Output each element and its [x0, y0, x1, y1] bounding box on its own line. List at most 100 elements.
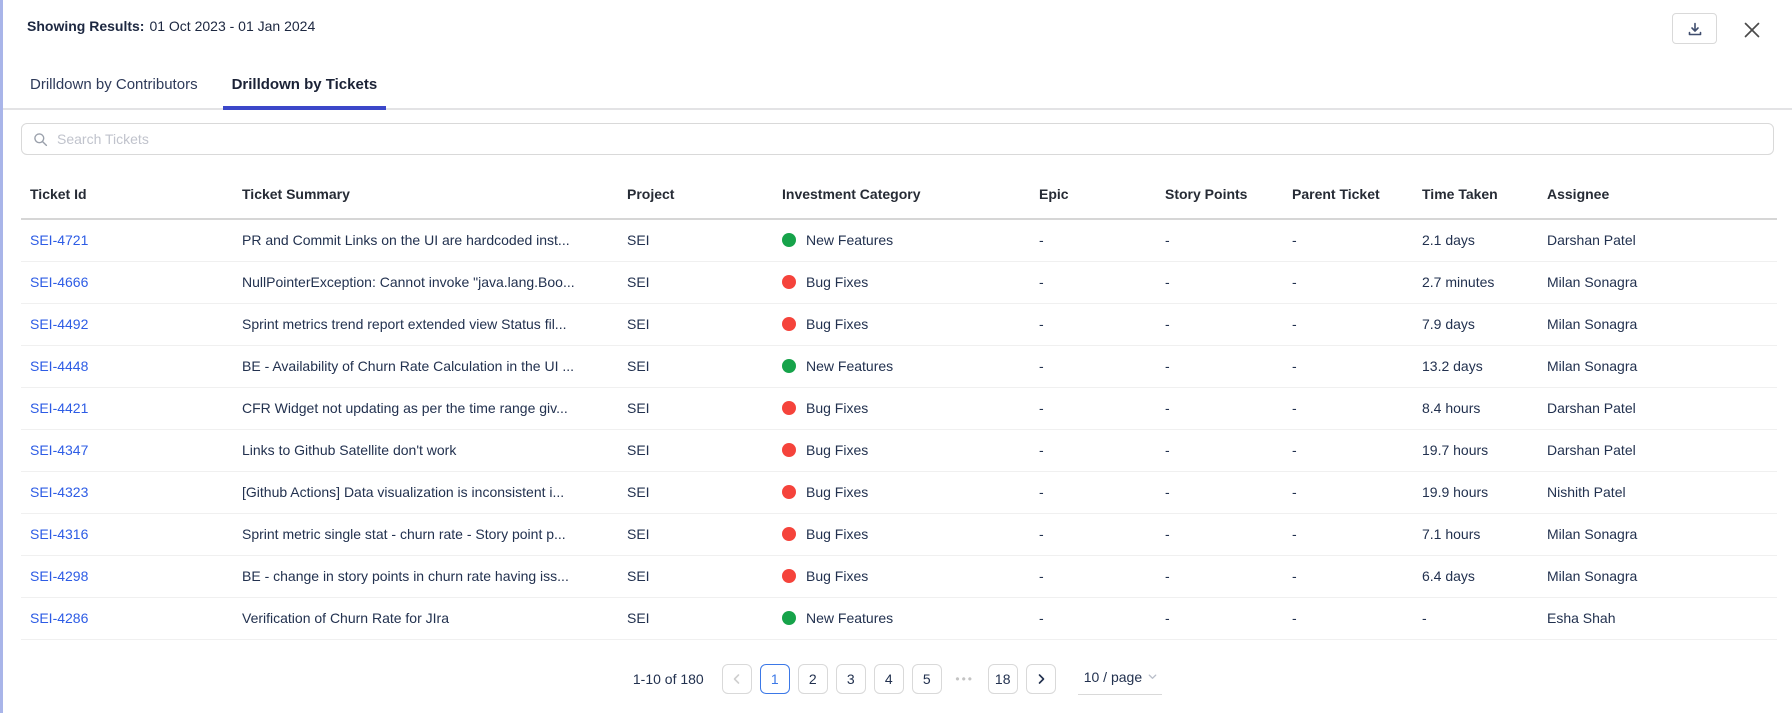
table-row: SEI-4492Sprint metrics trend report exte…: [21, 303, 1777, 345]
category-dot-icon: [782, 401, 796, 415]
download-button[interactable]: [1672, 13, 1717, 44]
parent-ticket-cell: -: [1284, 513, 1414, 555]
category-label: Bug Fixes: [806, 274, 868, 290]
tab-drilldown-by-contributors[interactable]: Drilldown by Contributors: [21, 66, 207, 110]
project-cell: SEI: [619, 387, 774, 429]
page-ellipsis[interactable]: •••: [950, 672, 980, 686]
assignee-cell: Milan Sonagra: [1539, 345, 1777, 387]
ticket-summary: [Github Actions] Data visualization is i…: [234, 471, 619, 513]
ticket-id-cell: SEI-4323: [21, 471, 234, 513]
top-actions: [1672, 13, 1764, 44]
table-row: SEI-4721PR and Commit Links on the UI ar…: [21, 219, 1777, 261]
story-points-cell: -: [1157, 429, 1284, 471]
time-taken-cell: 2.7 minutes: [1414, 261, 1539, 303]
epic-cell: -: [1031, 471, 1157, 513]
story-points-cell: -: [1157, 471, 1284, 513]
investment-category-cell: Bug Fixes: [774, 555, 1031, 597]
story-points-cell: -: [1157, 555, 1284, 597]
time-taken-cell: 7.9 days: [1414, 303, 1539, 345]
category-label: New Features: [806, 232, 893, 248]
parent-ticket-cell: -: [1284, 471, 1414, 513]
project-cell: SEI: [619, 471, 774, 513]
time-taken-cell: 8.4 hours: [1414, 387, 1539, 429]
ticket-id-link[interactable]: SEI-4421: [30, 400, 88, 416]
epic-cell: -: [1031, 303, 1157, 345]
epic-cell: -: [1031, 555, 1157, 597]
story-points-cell: -: [1157, 597, 1284, 639]
investment-category-cell: Bug Fixes: [774, 471, 1031, 513]
page-button-1[interactable]: 1: [760, 664, 790, 694]
assignee-cell: Nishith Patel: [1539, 471, 1777, 513]
investment-category-cell: New Features: [774, 345, 1031, 387]
category-dot-icon: [782, 359, 796, 373]
ticket-id-cell: SEI-4421: [21, 387, 234, 429]
assignee-cell: Milan Sonagra: [1539, 261, 1777, 303]
ticket-id-link[interactable]: SEI-4347: [30, 442, 88, 458]
showing-results-range: 01 Oct 2023 - 01 Jan 2024: [149, 18, 315, 34]
page-button-5[interactable]: 5: [912, 664, 942, 694]
ticket-id-link[interactable]: SEI-4298: [30, 568, 88, 584]
parent-ticket-cell: -: [1284, 387, 1414, 429]
story-points-cell: -: [1157, 513, 1284, 555]
category-label: Bug Fixes: [806, 400, 868, 416]
ticket-id-link[interactable]: SEI-4448: [30, 358, 88, 374]
ticket-id-link[interactable]: SEI-4666: [30, 274, 88, 290]
table-header-row: Ticket IdTicket SummaryProjectInvestment…: [21, 169, 1777, 219]
ticket-summary: BE - Availability of Churn Rate Calculat…: [234, 345, 619, 387]
project-cell: SEI: [619, 219, 774, 261]
investment-category-cell: New Features: [774, 597, 1031, 639]
category-label: New Features: [806, 358, 893, 374]
next-page-button[interactable]: [1026, 664, 1056, 694]
page-button-4[interactable]: 4: [874, 664, 904, 694]
chevron-down-icon: [1147, 671, 1158, 682]
time-taken-cell: 13.2 days: [1414, 345, 1539, 387]
ticket-id-link[interactable]: SEI-4721: [30, 232, 88, 248]
investment-category-cell: New Features: [774, 219, 1031, 261]
ticket-id-cell: SEI-4721: [21, 219, 234, 261]
category-label: New Features: [806, 610, 893, 626]
download-icon: [1687, 21, 1703, 37]
search-icon: [33, 132, 48, 147]
tickets-table: Ticket IdTicket SummaryProjectInvestment…: [21, 169, 1777, 640]
ticket-id-link[interactable]: SEI-4323: [30, 484, 88, 500]
investment-category-cell: Bug Fixes: [774, 429, 1031, 471]
time-taken-cell: 19.7 hours: [1414, 429, 1539, 471]
tab-drilldown-by-tickets[interactable]: Drilldown by Tickets: [223, 66, 387, 110]
ticket-id-link[interactable]: SEI-4286: [30, 610, 88, 626]
ticket-id-link[interactable]: SEI-4316: [30, 526, 88, 542]
investment-category-cell: Bug Fixes: [774, 387, 1031, 429]
close-button[interactable]: [1740, 18, 1764, 42]
pagination: 1-10 of 180 12345•••18 10 / page: [3, 664, 1792, 695]
story-points-cell: -: [1157, 345, 1284, 387]
search-input[interactable]: [57, 131, 1762, 147]
ticket-summary: Links to Github Satellite don't work: [234, 429, 619, 471]
category-dot-icon: [782, 443, 796, 457]
epic-cell: -: [1031, 513, 1157, 555]
investment-category-cell: Bug Fixes: [774, 303, 1031, 345]
category-dot-icon: [782, 317, 796, 331]
ticket-summary: Sprint metric single stat - churn rate -…: [234, 513, 619, 555]
category-label: Bug Fixes: [806, 316, 868, 332]
table-row: SEI-4286Verification of Churn Rate for J…: [21, 597, 1777, 639]
investment-category-cell: Bug Fixes: [774, 513, 1031, 555]
prev-page-button[interactable]: [722, 664, 752, 694]
project-cell: SEI: [619, 555, 774, 597]
time-taken-cell: 19.9 hours: [1414, 471, 1539, 513]
page-button-2[interactable]: 2: [798, 664, 828, 694]
category-label: Bug Fixes: [806, 442, 868, 458]
category-label: Bug Fixes: [806, 484, 868, 500]
ticket-id-link[interactable]: SEI-4492: [30, 316, 88, 332]
assignee-cell: Darshan Patel: [1539, 429, 1777, 471]
page-button-3[interactable]: 3: [836, 664, 866, 694]
search-bar: [21, 123, 1774, 155]
close-icon: [1742, 20, 1762, 40]
assignee-cell: Milan Sonagra: [1539, 303, 1777, 345]
project-cell: SEI: [619, 303, 774, 345]
assignee-cell: Esha Shah: [1539, 597, 1777, 639]
category-dot-icon: [782, 485, 796, 499]
page-button-18[interactable]: 18: [988, 664, 1018, 694]
table-row: SEI-4666NullPointerException: Cannot inv…: [21, 261, 1777, 303]
column-header-time-taken: Time Taken: [1414, 169, 1539, 219]
page-size-select[interactable]: 10 / page: [1078, 664, 1162, 695]
ticket-id-cell: SEI-4492: [21, 303, 234, 345]
